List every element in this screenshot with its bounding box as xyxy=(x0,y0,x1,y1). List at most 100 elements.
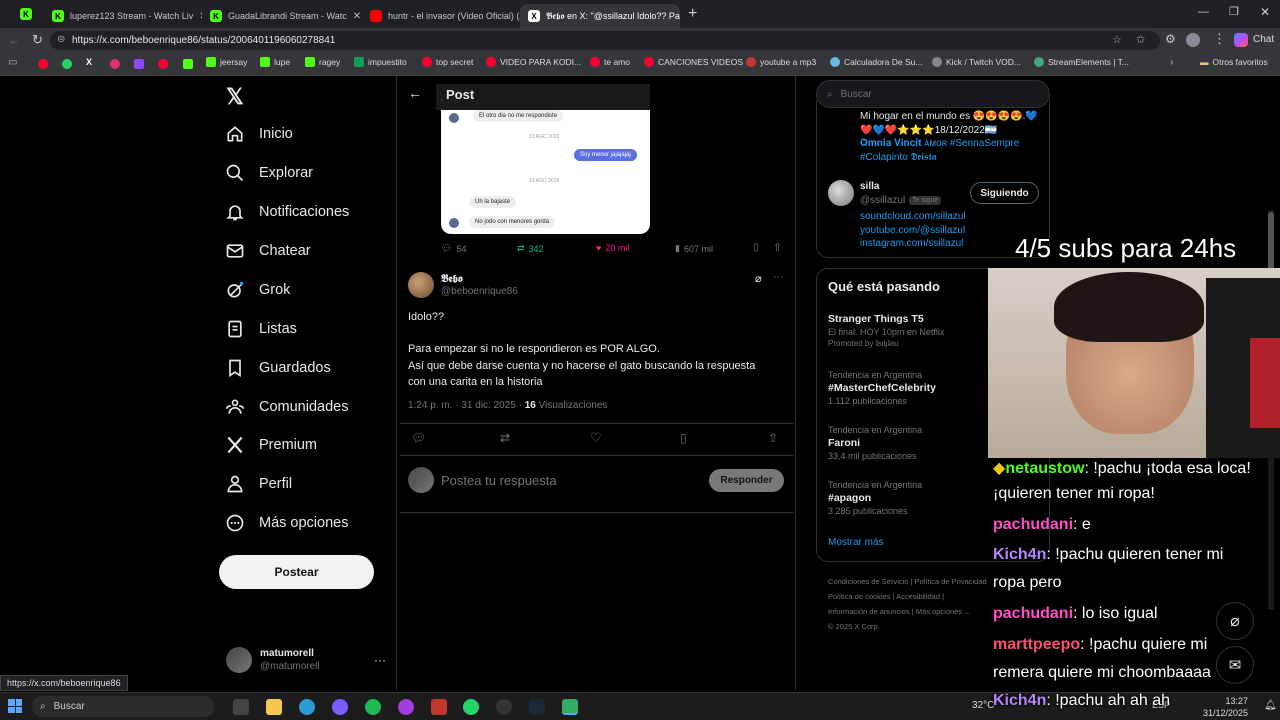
x-bookmark-icon[interactable]: X xyxy=(86,57,92,67)
bookmark-youtube-mp3[interactable]: youtube a mp3 xyxy=(746,57,816,67)
app-icon[interactable] xyxy=(431,699,447,715)
weather-temp[interactable]: 32°C xyxy=(972,700,994,711)
bookmark-icon[interactable]: ▯ xyxy=(680,431,687,445)
more-dots-icon[interactable]: ··· xyxy=(374,653,386,667)
author-avatar[interactable] xyxy=(408,272,434,298)
post-timestamp[interactable]: 1:24 p. m. · 31 dic. 2025 · xyxy=(408,400,525,411)
share-icon[interactable]: ⇧ xyxy=(773,241,782,254)
author-handle[interactable]: @beboenrique86 xyxy=(441,286,518,297)
back-arrow-icon[interactable]: ← xyxy=(408,85,422,101)
edge-icon[interactable] xyxy=(299,699,315,715)
bookmark-kick-twitch-vod[interactable]: Kick / Twitch VOD... xyxy=(932,57,1021,67)
messages-float-button[interactable]: ✉ xyxy=(1216,646,1254,684)
footer-line[interactable]: Condiciones de Servicio | Política de Pr… xyxy=(828,574,987,589)
quoted-like-stat[interactable]: ♥ 20 mil xyxy=(596,243,629,253)
obs-icon[interactable] xyxy=(496,699,512,715)
whatsapp-icon[interactable] xyxy=(463,699,479,715)
quoted-reply-stat[interactable]: 💬︎ 54 xyxy=(441,243,466,254)
windows-start-icon[interactable] xyxy=(8,699,22,713)
minimize-icon[interactable]: — xyxy=(1198,6,1209,18)
back-icon[interactable]: ← xyxy=(8,33,20,47)
more-dots-icon[interactable]: ··· xyxy=(773,271,784,283)
quoted-views-stat[interactable]: ▮ 607 mil xyxy=(675,243,713,254)
menu-icon[interactable]: ⋮ xyxy=(1213,31,1226,47)
bookmark-lupe[interactable]: lupe xyxy=(260,57,290,67)
nav-notifications[interactable]: Notificaciones xyxy=(225,202,349,222)
scrollbar-thumb[interactable] xyxy=(1268,212,1274,272)
bookmark-icon[interactable]: ▯ xyxy=(753,242,759,253)
youtube-bookmark-icon[interactable] xyxy=(38,59,48,69)
quoted-image[interactable]: El otro dia no me respondiste 13 AGO 201… xyxy=(441,110,650,234)
footer-line[interactable]: Información de anuncios | Más opciones .… xyxy=(828,604,987,619)
steam-icon[interactable] xyxy=(529,699,545,715)
chat-button[interactable]: Chat xyxy=(1253,34,1274,45)
twitch-icon[interactable] xyxy=(134,59,144,69)
trend-item[interactable]: Tendencia en Argentina #MasterChefCelebri… xyxy=(828,370,936,406)
bookmark-top-secret[interactable]: top secret xyxy=(422,57,473,67)
copilot-icon[interactable] xyxy=(1234,33,1248,47)
reply-icon[interactable]: 💬︎ xyxy=(411,431,426,445)
whatsapp-icon[interactable] xyxy=(62,59,72,69)
new-tab-icon[interactable]: + xyxy=(688,5,697,23)
instagram-icon[interactable] xyxy=(110,59,120,69)
bookmark-impuestito[interactable]: impuestito xyxy=(354,57,407,67)
trend-item[interactable]: Stranger Things T5 El final. HOY 10pm en … xyxy=(828,311,944,348)
bookmark-video-kodi[interactable]: VIDEO PARA KODI... xyxy=(486,57,581,67)
nav-lists[interactable]: Listas xyxy=(225,319,297,339)
profile-link[interactable]: instagram.com/ssillazul xyxy=(860,237,966,251)
discord-icon[interactable] xyxy=(332,699,348,715)
x-logo-icon[interactable]: 𝕏 xyxy=(226,84,244,110)
nav-profile[interactable]: Perfil xyxy=(225,474,292,494)
chevron-right-icon[interactable]: › xyxy=(1170,57,1173,68)
reply-button[interactable]: Responder xyxy=(709,469,784,492)
following-button[interactable]: Siguiendo xyxy=(970,182,1039,204)
url-input[interactable]: ⊜ https://x.com/beboenrique86/status/200… xyxy=(50,31,1160,50)
nav-chat[interactable]: Chatear xyxy=(225,241,311,261)
close-window-icon[interactable]: ✕ xyxy=(1260,5,1270,19)
maximize-icon[interactable]: ❐ xyxy=(1229,5,1239,18)
nav-grok[interactable]: Grok xyxy=(225,280,290,300)
reply-input[interactable]: Postea tu respuesta xyxy=(441,473,557,488)
footer-line[interactable]: Política de cookies | Accesibilidad | xyxy=(828,589,987,604)
tab-2[interactable]: K GuadaLibrandi Stream - Watc ✕ xyxy=(202,4,360,28)
favorites-icon[interactable]: ✩ xyxy=(1136,33,1145,46)
clock[interactable]: 13:27 31/12/2025 xyxy=(1203,695,1248,719)
tab-4-active[interactable]: X𝕭𝖊𝖇𝖔 en X: "@ssillazul Idolo?? Pa✕ xyxy=(520,4,680,28)
share-icon[interactable]: ⇧ xyxy=(768,431,778,445)
bookmark-calculadora[interactable]: Calculadora De Su... xyxy=(830,57,922,67)
bookmark-jeersay[interactable]: jeersay xyxy=(206,57,247,67)
account-switcher[interactable]: matumorell @matumorell ··· xyxy=(226,647,386,673)
other-bookmarks[interactable]: ▬ Otros favoritos xyxy=(1200,57,1268,67)
follow-handle[interactable]: @ssillazul xyxy=(860,195,905,206)
task-view-icon[interactable] xyxy=(233,699,249,715)
app-icon[interactable] xyxy=(398,699,414,715)
nav-more[interactable]: Más opciones xyxy=(225,513,348,533)
author-name[interactable]: 𝕭𝖊𝖇𝖔 xyxy=(441,273,463,286)
app-icon[interactable] xyxy=(562,699,578,715)
reload-icon[interactable]: ↻ xyxy=(32,32,43,48)
nav-premium[interactable]: Premium xyxy=(225,435,317,455)
grok-float-button[interactable]: ⌀ xyxy=(1216,602,1254,640)
notification-icon[interactable]: 🔔︎ xyxy=(1264,700,1277,711)
kick-pinned-tab-icon[interactable]: K xyxy=(20,8,32,20)
nav-bookmarks[interactable]: Guardados xyxy=(225,358,331,378)
show-more-link[interactable]: Mostrar más xyxy=(828,537,884,548)
grok-icon[interactable]: ⌀ xyxy=(755,272,762,285)
spotify-icon[interactable] xyxy=(365,699,381,715)
youtube-bookmark-icon-2[interactable] xyxy=(158,59,168,69)
extensions-icon[interactable]: ⚙ xyxy=(1165,32,1176,46)
favorite-star-icon[interactable]: ☆ xyxy=(1112,33,1122,46)
trend-item[interactable]: Tendencia en Argentina Faroni 33,4 mil pub… xyxy=(828,425,922,461)
trend-item[interactable]: Tendencia en Argentina #apagon 3.285 publi… xyxy=(828,480,922,516)
tab-close-icon[interactable]: ✕ xyxy=(353,11,360,22)
bookmark-te-amo[interactable]: te amo xyxy=(590,57,630,67)
tab-1[interactable]: Kluperez123 Stream - Watch Liv✕ xyxy=(44,4,202,28)
tab-3[interactable]: huntr - el invasor (Video Oficial) (A✕ xyxy=(362,4,520,28)
follow-name[interactable]: silla xyxy=(860,181,879,192)
bookmark-menu-icon[interactable]: ▭ xyxy=(8,57,17,68)
nav-home[interactable]: Inicio xyxy=(225,124,293,144)
post-button[interactable]: Postear xyxy=(219,555,374,589)
follow-avatar[interactable] xyxy=(828,180,854,206)
site-info-icon[interactable]: ⊜ xyxy=(57,34,65,45)
bookmark-ragey[interactable]: ragey xyxy=(305,57,340,67)
